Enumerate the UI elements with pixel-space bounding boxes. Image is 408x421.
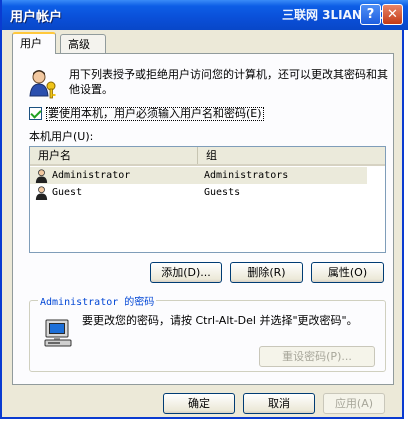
ok-button[interactable]: 确定 [163,393,235,414]
apply-button[interactable]: 应用(A) [323,393,385,414]
properties-button[interactable]: 属性(O) [311,262,384,283]
password-group-legend: Administrator 的密码 [38,293,157,308]
remove-user-button[interactable]: 删除(R) [230,262,303,283]
user-icon [35,186,48,200]
require-password-label[interactable]: 要使用本机，用户必须输入用户名和密码(E) [46,107,264,121]
tab-advanced[interactable]: 高级 [60,34,106,53]
list-header: 用户名 组 [30,147,385,166]
tab-users[interactable]: 用户 [12,32,56,54]
users-list[interactable]: 用户名 组 Administrator Administrators Guest… [29,146,386,253]
help-button[interactable]: ? [360,4,381,25]
row-group: Guests [204,187,241,198]
intro-text: 用下列表授予或拒绝用户访问您的计算机，还可以更改其密码和其他设置。 [69,68,388,96]
users-tab-panel: 用下列表授予或拒绝用户访问您的计算机，还可以更改其密码和其他设置。 要使用本机，… [12,53,394,385]
password-groupbox: Administrator 的密码 要更改您的密码，请按 Ctrl-Alt-De… [29,293,386,372]
reset-password-button[interactable]: 重设密码(P)... [259,346,375,367]
window-title: 用户帐户 [10,10,63,25]
row-username: Guest [52,187,83,198]
list-row-guest[interactable]: Guest Guests [30,184,367,201]
require-password-checkbox[interactable] [29,107,42,120]
title-bar[interactable]: 用户帐户 三联网 3LIAN.COM ? ✕ [2,0,408,30]
add-user-button[interactable]: 添加(D)... [150,262,222,283]
list-row-administrator[interactable]: Administrator Administrators [30,167,367,184]
users-key-icon [29,70,56,99]
column-header-username[interactable]: 用户名 [30,147,198,164]
user-accounts-window: 用户帐户 三联网 3LIAN.COM ? ✕ 用户 高级 用下列表授予或拒绝用户… [0,0,408,419]
close-button[interactable]: ✕ [382,4,403,25]
row-username: Administrator [52,170,131,181]
column-header-group[interactable]: 组 [198,147,368,164]
local-users-label: 本机用户(U): [29,130,94,143]
row-group: Administrators [204,170,289,181]
computer-icon [44,319,72,347]
user-icon [35,169,48,183]
password-instructions: 要更改您的密码，请按 Ctrl-Alt-Del 并选择"更改密码"。 [82,314,358,327]
cancel-button[interactable]: 取消 [243,393,315,414]
